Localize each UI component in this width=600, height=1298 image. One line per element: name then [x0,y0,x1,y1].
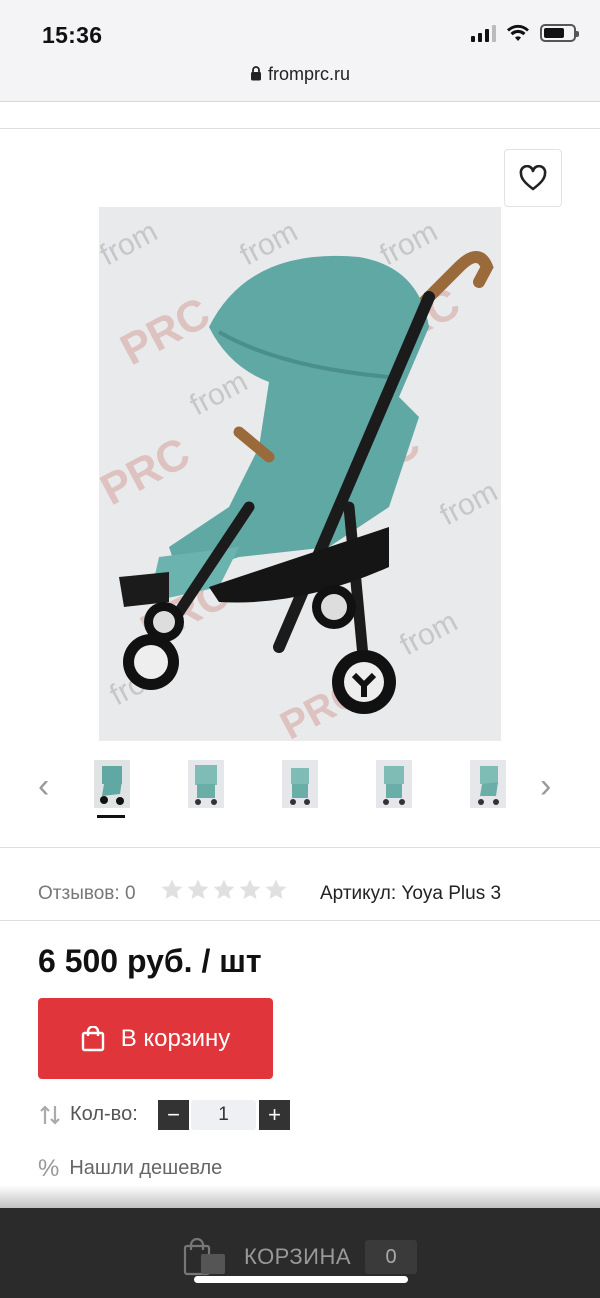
product-sku: Артикул: Yoya Plus 3 [320,883,502,904]
cart-bag-icon [183,1238,225,1276]
rating-stars[interactable] [160,878,288,902]
stroller-illustration [119,251,494,714]
active-thumbnail-indicator [97,815,125,818]
chevron-right-icon[interactable]: › [540,767,551,806]
star-icon [161,879,183,899]
star-icon [265,879,287,899]
percent-icon: % [38,1155,60,1182]
thumbnail-1[interactable] [94,760,130,808]
product-image[interactable]: from from from PRC PRC from PRC PRC from… [99,207,501,741]
found-cheaper-link[interactable]: % Нашли дешевле [38,1155,222,1183]
divider [0,847,600,848]
bottom-cart-bar[interactable]: КОРЗИНА 0 [0,1208,600,1298]
found-cheaper-label: Нашли дешевле [69,1157,223,1179]
lock-icon [250,66,261,81]
thumbnail-3[interactable] [282,760,318,808]
reviews-count[interactable]: Отзывов: 0 [38,883,136,905]
heart-icon [519,165,547,191]
quantity-stepper: Кол-во: − + [38,1098,438,1132]
wifi-icon [507,24,529,41]
thumbnail-carousel: ‹ › [0,755,600,825]
product-price: 6 500 руб. / шт [38,943,262,979]
quantity-decrease-button[interactable]: − [158,1100,189,1130]
browser-top-bar: 15:36 fromprc.ru [0,0,600,102]
divider [0,128,600,129]
star-icon [213,879,235,899]
home-indicator[interactable] [194,1276,408,1283]
favorite-button[interactable] [504,149,562,207]
sort-arrows-icon [40,1105,60,1125]
divider [0,920,600,921]
thumbnail-4[interactable] [376,760,412,808]
url-text: fromprc.ru [267,64,350,84]
shopping-bag-icon [81,1025,104,1051]
star-icon [187,879,209,899]
thumbnail-2[interactable] [188,760,224,808]
status-icons [471,24,579,42]
signal-icon [471,24,496,42]
quantity-label: Кол-во: [70,1103,138,1125]
star-icon [239,879,261,899]
bottom-cart-label: КОРЗИНА [244,1244,352,1269]
quantity-increase-button[interactable]: + [259,1100,290,1130]
add-to-cart-label: В корзину [120,1024,231,1052]
bottom-bar-shadow [0,1185,600,1209]
address-bar[interactable]: fromprc.ru [0,64,600,85]
battery-icon [540,24,579,42]
quantity-input[interactable] [191,1100,256,1130]
chevron-left-icon[interactable]: ‹ [38,767,49,806]
cart-count-badge: 0 [365,1240,417,1274]
add-to-cart-button[interactable]: В корзину [38,998,273,1079]
status-time: 15:36 [42,22,103,48]
thumbnail-5[interactable] [470,760,506,808]
